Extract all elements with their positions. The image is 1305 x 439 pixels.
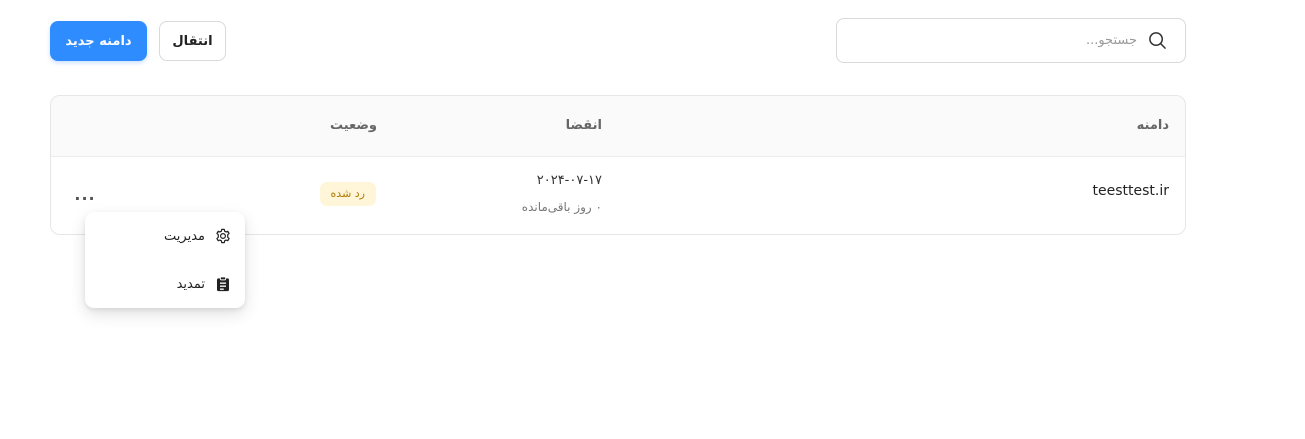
gear-icon	[213, 226, 233, 246]
new-domain-button[interactable]: دامنه جدید	[50, 21, 147, 61]
transfer-button[interactable]: انتقال	[159, 21, 226, 61]
search-icon	[1147, 31, 1167, 51]
days-remaining: ۰ روز باقی‌مانده	[521, 200, 602, 214]
column-header-domain: دامنه	[1136, 118, 1169, 133]
expiry-date: ۲۰۲۴-۰۷-۱۷	[536, 173, 602, 188]
menu-item-manage-label: مدیریت	[164, 228, 205, 244]
column-header-status: وضعیت	[329, 118, 377, 133]
column-header-expiry: انقضا	[565, 118, 602, 133]
search-input[interactable]	[837, 18, 1139, 63]
row-actions-button[interactable]: ...	[74, 183, 96, 205]
table-header: دامنه انقضا وضعیت	[51, 96, 1185, 157]
menu-item-renew[interactable]: تمدید	[85, 264, 245, 304]
menu-item-manage[interactable]: مدیریت	[85, 216, 245, 256]
row-actions-menu: مدیریت تمدید	[85, 212, 245, 308]
search-box[interactable]	[836, 18, 1186, 63]
menu-item-renew-label: تمدید	[176, 276, 205, 292]
domain-name[interactable]: teesttest.ir	[1093, 183, 1169, 199]
status-badge: رد شده	[319, 182, 376, 206]
clipboard-icon	[213, 274, 233, 294]
domains-page: دامنه جدید انتقال دامنه انقضا وضعیت tees…	[0, 0, 1305, 439]
